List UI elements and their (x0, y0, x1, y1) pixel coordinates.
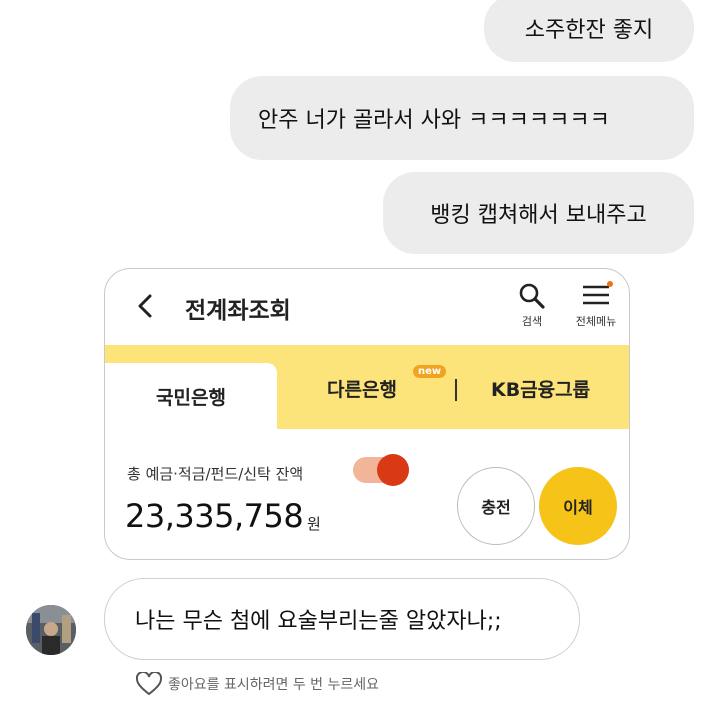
bank-tab-bar: 국민은행 다른은행 new KB금융그룹 (105, 345, 629, 429)
tab-kb-financial-group[interactable]: KB금융그룹 (491, 375, 590, 402)
message-bubble-received[interactable]: 나는 무슨 첨에 요술부리는줄 알았자나;; (104, 578, 580, 660)
search-label: 검색 (521, 315, 543, 328)
like-hint[interactable]: 좋아요를 표시하려면 두 번 누르세요 (136, 672, 379, 696)
message-bubble-sent[interactable]: 뱅킹 캡쳐해서 보내주고 (383, 172, 694, 254)
currency-unit: 원 (307, 515, 321, 533)
tab-kookmin-bank[interactable]: 국민은행 (105, 363, 277, 429)
notification-dot (607, 281, 613, 287)
heart-icon (136, 672, 162, 696)
message-bubble-sent[interactable]: 소주한잔 좋지 (484, 0, 694, 62)
message-bubble-sent[interactable]: 안주 너가 골라서 사와 ㅋㅋㅋㅋㅋㅋㅋ (230, 76, 694, 160)
message-text: 나는 무슨 첨에 요술부리는줄 알았자나;; (135, 609, 502, 634)
back-arrow-icon (138, 294, 152, 318)
card-header: 전계좌조회 검색 전체메뉴 (105, 269, 629, 349)
tab-other-banks[interactable]: 다른은행 (327, 375, 397, 402)
avatar[interactable] (26, 605, 76, 655)
message-text: 소주한잔 좋지 (524, 18, 654, 43)
message-text: 뱅킹 캡쳐해서 보내주고 (430, 203, 647, 228)
full-menu-button[interactable]: 전체메뉴 (567, 281, 625, 343)
avatar-photo-icon (26, 605, 76, 655)
charge-button[interactable]: 충전 (457, 467, 535, 545)
like-hint-text: 좋아요를 표시하려면 두 번 누르세요 (168, 677, 379, 693)
toggle-knob (377, 454, 409, 486)
search-button[interactable]: 검색 (509, 281, 555, 343)
balance-amount: 23,335,758 (125, 497, 304, 535)
balance-label: 총 예금·적금/펀드/신탁 잔액 (127, 465, 304, 483)
full-menu-label: 전체메뉴 (575, 315, 617, 328)
new-badge: new (413, 365, 447, 378)
balance-visibility-toggle[interactable] (353, 454, 409, 486)
transfer-button[interactable]: 이체 (539, 467, 617, 545)
bank-screenshot-card[interactable]: 전계좌조회 검색 전체메뉴 국민은행 다른은행 new KB금융그룹 총 예금·… (104, 268, 630, 560)
page-title: 전계좌조회 (185, 298, 291, 324)
message-text: 안주 너가 골라서 사와 ㅋㅋㅋㅋㅋㅋㅋ (258, 108, 610, 133)
tab-divider (455, 379, 457, 401)
search-icon (519, 283, 545, 309)
